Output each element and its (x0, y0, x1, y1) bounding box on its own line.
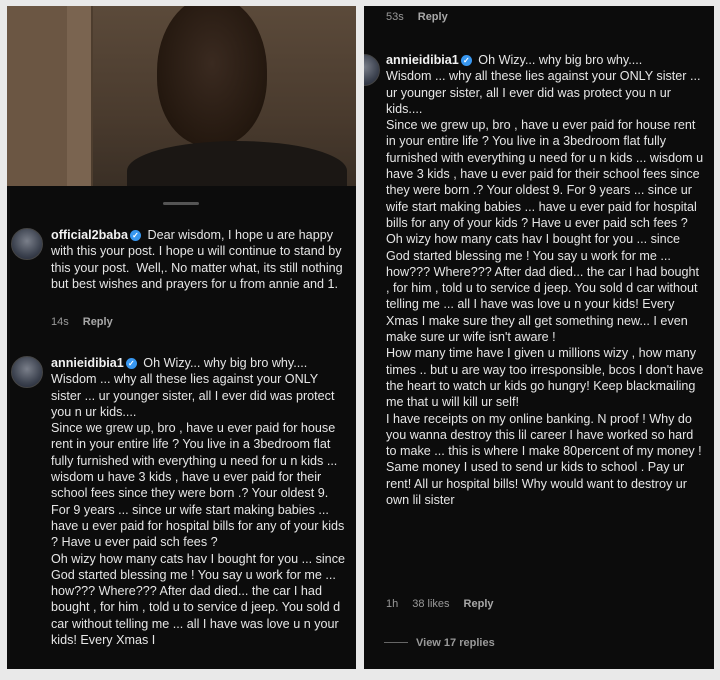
avatar[interactable] (364, 54, 380, 86)
comment: annieidibia1 ✓ Oh Wizy... why big bro why… (51, 355, 348, 648)
right-screenshot: 53s Reply annieidibia1 ✓ Oh Wizy... why bi… (364, 6, 714, 669)
view-replies-label: View 17 replies (416, 637, 495, 649)
view-replies-button[interactable]: View 17 replies (384, 637, 495, 649)
comment-time: 14s (51, 316, 69, 328)
previous-comment-meta: 53s Reply (386, 11, 462, 23)
reply-button[interactable]: Reply (418, 11, 448, 23)
profile-photo (7, 6, 356, 186)
comment-body: Oh Wizy... why big bro why.... Wisdom ..… (51, 356, 345, 648)
verified-badge-icon: ✓ (460, 55, 472, 66)
comment-meta: 14s Reply (51, 316, 127, 328)
verified-badge-icon: ✓ (125, 358, 137, 369)
comment-meta: 1h 38 likes Reply (386, 598, 508, 610)
comment-username[interactable]: official2baba (51, 228, 128, 242)
verified-badge-icon: ✓ (129, 230, 141, 241)
comment: annieidibia1 ✓ Oh Wizy... why big bro why… (386, 52, 704, 508)
drag-handle[interactable] (163, 202, 199, 205)
reply-button[interactable]: Reply (464, 598, 494, 610)
like-count[interactable]: 38 likes (412, 598, 449, 610)
comment-username[interactable]: annieidibia1 (386, 53, 459, 67)
left-screenshot: official2baba ✓ Dear wisdom, I hope u are… (7, 6, 356, 669)
comment: official2baba ✓ Dear wisdom, I hope u are… (51, 227, 347, 292)
avatar[interactable] (11, 228, 43, 260)
comment-time: 53s (386, 11, 404, 23)
avatar[interactable] (11, 356, 43, 388)
comment-time: 1h (386, 598, 399, 610)
reply-button[interactable]: Reply (83, 316, 113, 328)
comment-username[interactable]: annieidibia1 (51, 356, 124, 370)
comment-body: Oh Wizy... why big bro why.... Wisdom ..… (386, 53, 704, 508)
